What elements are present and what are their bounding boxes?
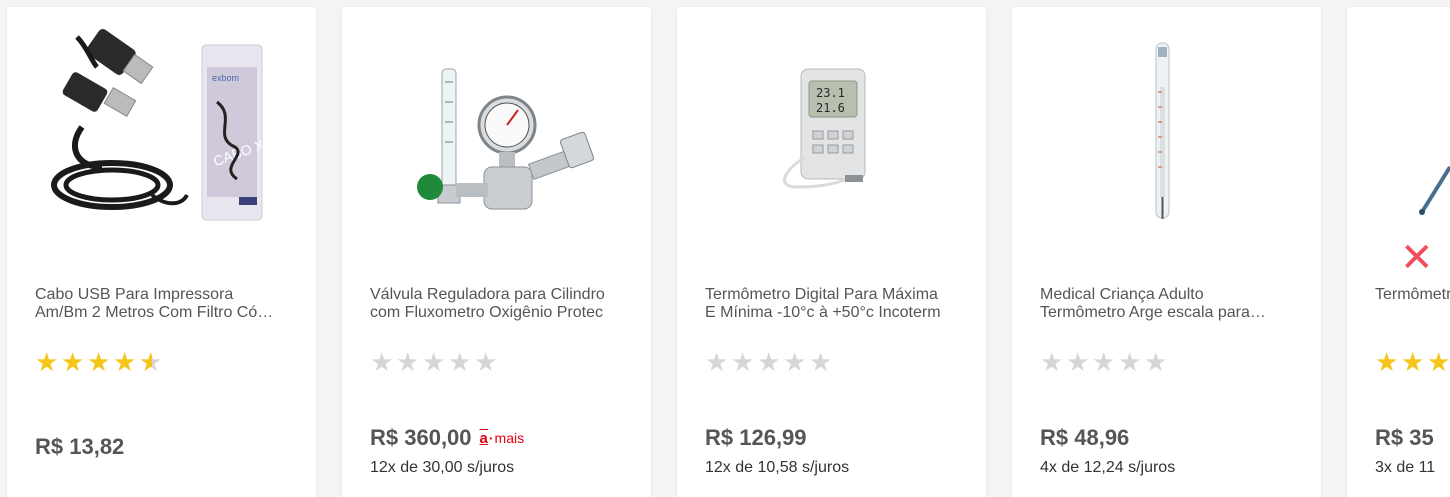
ame-logo-text: mais: [494, 430, 525, 446]
star-icon: ★: [87, 347, 111, 377]
product-carousel: exbom CABO X Cabo USB Para Impressora Am…: [0, 0, 1450, 497]
product-price-row: R$ 360,00 a · mais: [370, 425, 524, 451]
installments-text: 4x de 12,24 s/juros: [1040, 459, 1176, 476]
product-price: R$ 48,96: [1040, 425, 1130, 450]
probe-thermometer-image[interactable]: ✕: [1347, 7, 1450, 280]
product-name[interactable]: Termômetro Digital Para Máxima E Mínima …: [705, 286, 945, 322]
installments-text: 3x de 11: [1375, 459, 1436, 476]
product-name[interactable]: Válvula Reguladora para Cilindro com Flu…: [370, 286, 610, 322]
regulator-valve-image[interactable]: [342, 7, 651, 257]
star-rating: ★ ★ ★ ★ ★: [1375, 349, 1450, 375]
star-icon: ★: [113, 347, 137, 377]
usb-cable-image[interactable]: exbom CABO X: [7, 7, 316, 257]
star-icon: ★: [757, 347, 781, 377]
glass-thermometer-image[interactable]: [1012, 7, 1321, 257]
star-icon: ★: [422, 347, 446, 377]
star-rating: ★ ★ ★ ★ ★: [705, 349, 835, 375]
star-icon: ★: [809, 347, 833, 377]
ame-mais-badge: a · mais: [480, 430, 525, 447]
star-icon: ★: [396, 347, 420, 377]
star-icon: ★: [474, 347, 498, 377]
star-icon: ★: [1092, 347, 1116, 377]
star-icon: ★: [1427, 347, 1450, 377]
product-card[interactable]: Válvula Reguladora para Cilindro com Flu…: [342, 7, 651, 497]
product-price: R$ 35: [1375, 425, 1434, 450]
star-icon: ★: [1066, 347, 1090, 377]
star-rating: ★ ★ ★ ★ ★: [35, 349, 165, 375]
digital-thermometer-image[interactable]: 23.1 21.6: [677, 7, 986, 257]
star-icon: ★: [1375, 347, 1399, 377]
product-card[interactable]: ✕ Termômetro Com Ha ★ ★ ★ ★ ★ R$ 35 3x d…: [1347, 7, 1450, 497]
star-icon: ★: [370, 347, 394, 377]
installments-text: 12x de 10,58 s/juros: [705, 459, 850, 476]
star-icon: ★: [731, 347, 755, 377]
product-card[interactable]: Medical Criança Adulto Termômetro Arge e…: [1012, 7, 1321, 497]
ame-logo-dot: ·: [488, 430, 494, 446]
star-icon: ★: [448, 347, 472, 377]
star-rating: ★ ★ ★ ★ ★: [370, 349, 500, 375]
product-name[interactable]: Termômetro Com Ha: [1375, 286, 1450, 322]
product-name[interactable]: Cabo USB Para Impressora Am/Bm 2 Metros …: [35, 286, 275, 322]
installments-text: 12x de 30,00 s/juros: [370, 459, 515, 476]
product-card[interactable]: exbom CABO X Cabo USB Para Impressora Am…: [7, 7, 316, 497]
svg-text:21.6: 21.6: [816, 101, 845, 115]
star-icon: ★: [1118, 347, 1142, 377]
star-icon: ★: [1144, 347, 1168, 377]
star-rating: ★ ★ ★ ★ ★: [1040, 349, 1170, 375]
star-icon: ★: [1040, 347, 1064, 377]
close-icon: ✕: [1400, 236, 1434, 280]
star-icon: ★: [61, 347, 85, 377]
product-card[interactable]: 23.1 21.6 Termômetro Digital Para Máxima…: [677, 7, 986, 497]
product-name[interactable]: Medical Criança Adulto Termômetro Arge e…: [1040, 286, 1280, 322]
star-icon: ★: [705, 347, 729, 377]
svg-text:exbom: exbom: [212, 73, 239, 83]
product-price: R$ 126,99: [705, 425, 807, 450]
product-price: R$ 13,82: [35, 434, 125, 459]
svg-text:23.1: 23.1: [816, 86, 845, 100]
ame-logo-letter: a: [479, 429, 488, 447]
star-icon: ★: [783, 347, 807, 377]
star-icon: ★: [1401, 347, 1425, 377]
product-price: R$ 360,00: [370, 425, 472, 450]
star-icon: ★: [35, 347, 59, 377]
half-star-icon: ★: [139, 349, 165, 375]
